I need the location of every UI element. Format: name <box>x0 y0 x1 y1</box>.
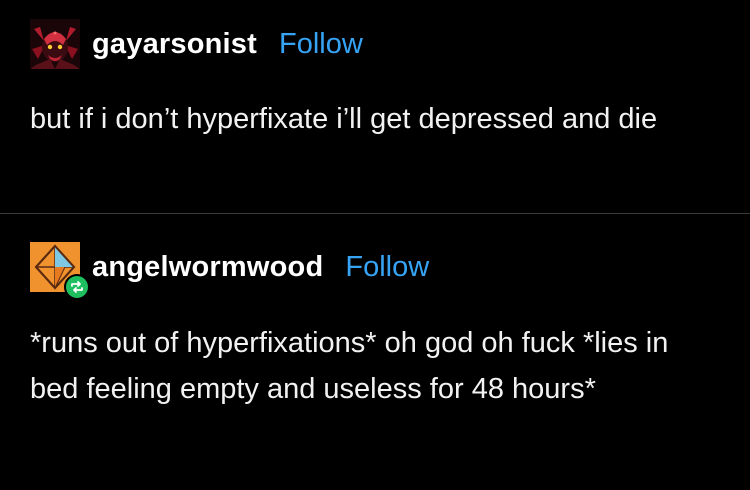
post-body: *runs out of hyperfixations* oh god oh f… <box>30 327 669 405</box>
post-thread: gayarsonist Follow but if i don’t hyperf… <box>0 0 750 490</box>
avatar[interactable] <box>30 19 80 69</box>
username[interactable]: gayarsonist <box>92 28 257 61</box>
reblog-icon <box>71 281 83 293</box>
follow-button[interactable]: Follow <box>279 28 363 61</box>
post-header: gayarsonist Follow <box>30 18 363 70</box>
username[interactable]: angelwormwood <box>92 251 323 284</box>
avatar[interactable] <box>30 242 90 300</box>
divider <box>0 213 750 214</box>
post-body: but if i don’t hyperfixate i’ll get depr… <box>30 103 658 135</box>
reblog-badge <box>64 274 90 300</box>
post-header: angelwormwood Follow <box>30 241 429 300</box>
demon-avatar-icon <box>30 19 80 69</box>
follow-button[interactable]: Follow <box>345 251 429 284</box>
